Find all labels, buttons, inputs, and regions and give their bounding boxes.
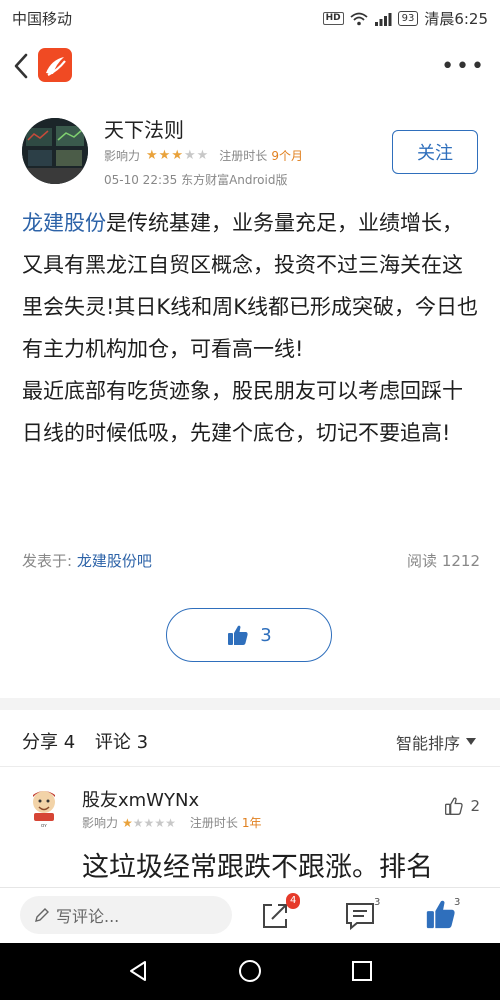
share-button[interactable]: 4 <box>258 893 301 933</box>
author-name[interactable]: 天下法则 <box>104 114 184 143</box>
star-icon: ★ <box>143 815 155 830</box>
commenter-name[interactable]: 股友xmWYNx <box>82 786 199 812</box>
battery-icon: 93 <box>397 11 419 26</box>
share-badge: 4 <box>286 893 301 909</box>
back-arrow-icon[interactable] <box>10 52 34 80</box>
comment-text: 这垃圾经常跟跌不跟涨。排名 <box>82 852 433 883</box>
thumbs-up-icon <box>426 900 455 929</box>
star-icon: ★ <box>196 148 210 163</box>
like-button[interactable]: 3 <box>166 608 332 662</box>
reg-value: 1年 <box>241 816 262 830</box>
comment-icon <box>346 903 374 931</box>
reg-label: 注册时长 <box>189 816 238 830</box>
star-icon: ★ <box>154 815 166 830</box>
influence-label: 影响力 <box>104 149 141 163</box>
bottom-like-count: 3 <box>454 897 461 908</box>
carrier-name: 中国移动 <box>12 10 73 28</box>
star-icon: ★ <box>171 148 184 163</box>
commenter-avatar[interactable]: ɑʏ <box>22 785 66 829</box>
like-count: 3 <box>260 624 272 646</box>
interaction-tabs: 分享 4 评论 3 <box>22 728 162 754</box>
status-icons: HD 93 清晨6:25 <box>322 8 488 29</box>
thumbs-up-outline-icon <box>445 797 464 815</box>
reg-label: 注册时长 <box>219 149 268 163</box>
top-bar: ••• <box>0 34 500 96</box>
author-avatar[interactable] <box>22 118 88 184</box>
post-text-2: 最近底部有吃货迹象，股民朋友可以考虑回踩十日线的时候低吸，先建个底仓，切记不要追… <box>22 379 463 445</box>
comment-button[interactable]: 3 <box>342 897 381 933</box>
reg-value: 9个月 <box>271 149 303 163</box>
caret-down-icon <box>466 738 476 745</box>
influence-label: 影响力 <box>82 816 119 830</box>
read-count: 阅读 1212 <box>407 552 480 570</box>
bottom-like-button[interactable]: 3 <box>424 897 460 933</box>
nav-back-icon[interactable] <box>126 959 150 983</box>
post-time: 05-10 22:35 东方财富Android版 <box>104 173 288 187</box>
clock: 清晨6:25 <box>424 10 488 28</box>
status-bar: 中国移动 HD 93 清晨6:25 <box>0 0 500 34</box>
author-meta: 影响力 ★★★★★ 注册时长 9个月 <box>104 147 303 164</box>
comment-like-button[interactable]: 2 <box>444 796 480 816</box>
wifi-icon <box>349 12 368 25</box>
comment-input[interactable]: 写评论... <box>20 896 232 934</box>
system-nav-bar <box>0 943 500 1000</box>
source-link[interactable]: 龙建股份吧 <box>77 552 152 570</box>
star-icon: ★ <box>183 148 197 163</box>
app-logo-icon[interactable] <box>38 48 72 82</box>
nav-recents-icon[interactable] <box>350 959 374 983</box>
comment-like-count: 2 <box>470 797 480 815</box>
star-icon: ★ <box>122 815 133 830</box>
star-icon: ★ <box>165 815 176 830</box>
comment-placeholder: 写评论... <box>56 907 120 926</box>
influence-stars: ★★★★★ <box>122 816 176 830</box>
post-source: 发表于: 龙建股份吧 <box>22 550 152 571</box>
svg-text:ɑʏ: ɑʏ <box>41 823 47 829</box>
tab-share[interactable]: 分享 4 <box>22 732 75 753</box>
commenter-meta: 影响力 ★★★★★ 注册时长 1年 <box>82 814 262 831</box>
post-paragraph-1: 龙建股份是传统基建，业务量充足，业绩增长，又具有黑龙江自贸区概念，投资不过三海关… <box>22 202 482 370</box>
follow-button[interactable]: 关注 <box>392 130 478 174</box>
star-icon: ★ <box>158 148 172 163</box>
nav-home-icon[interactable] <box>238 959 262 983</box>
comment-count: 3 <box>374 897 381 908</box>
section-divider <box>0 698 500 710</box>
post-body: 龙建股份是传统基建，业务量充足，业绩增长，又具有黑龙江自贸区概念，投资不过三海关… <box>22 202 482 454</box>
tab-comment[interactable]: 评论 3 <box>95 732 148 753</box>
sort-dropdown[interactable]: 智能排序 <box>396 730 476 754</box>
stock-link[interactable]: 龙建股份 <box>22 211 106 235</box>
source-label: 发表于: <box>22 552 73 570</box>
star-icon: ★ <box>146 148 159 163</box>
hd-icon: HD <box>322 12 344 25</box>
pencil-icon <box>35 908 49 922</box>
signal-icon <box>374 12 392 26</box>
more-options-icon[interactable]: ••• <box>441 54 486 79</box>
star-icon: ★ <box>132 815 144 830</box>
influence-stars: ★★★★★ <box>146 148 209 163</box>
thumbs-up-icon <box>228 625 248 645</box>
sort-label: 智能排序 <box>395 734 460 753</box>
tabs-divider <box>0 766 500 767</box>
